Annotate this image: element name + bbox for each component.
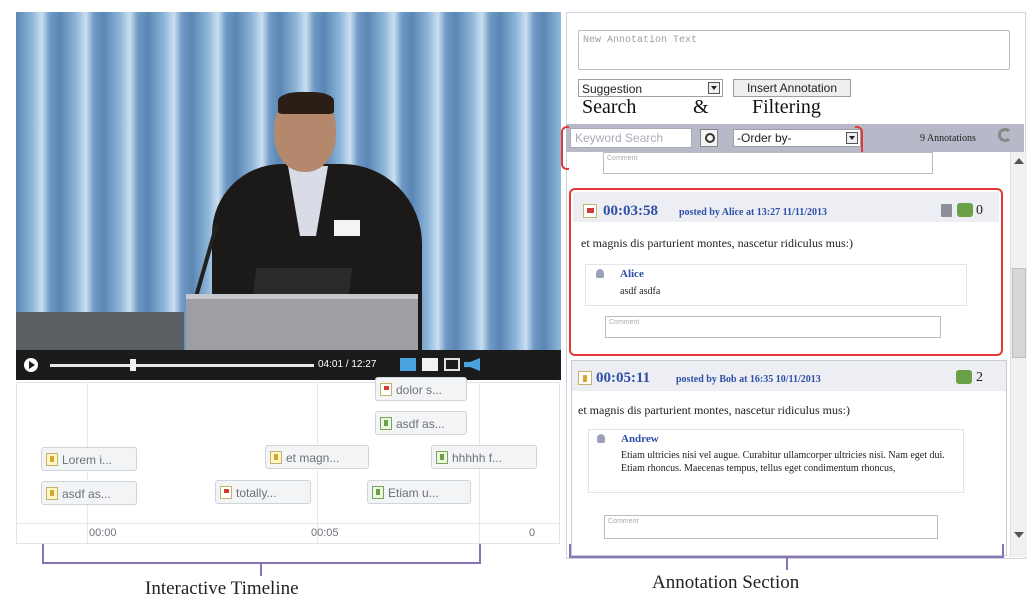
user-icon <box>596 269 604 278</box>
timeline-annotation[interactable]: dolor s... <box>375 377 467 401</box>
bracket-line <box>1002 544 1004 556</box>
highlight-bracket <box>561 126 569 170</box>
reply: Alice asdf asdfa <box>585 264 967 306</box>
chip-label: Lorem i... <box>62 453 113 467</box>
flag-icon <box>583 204 597 218</box>
flag-icon <box>380 383 392 396</box>
seek-handle[interactable] <box>130 359 136 371</box>
annotation-text: et magnis dis parturient montes, nascetu… <box>581 236 853 250</box>
lightbulb-icon <box>578 371 592 385</box>
annotation-type-select[interactable]: Suggestion <box>578 79 723 97</box>
player-controls: 04:01 / 12:27 <box>16 350 561 380</box>
chip-label: et magn... <box>286 451 340 465</box>
lightbulb-icon <box>46 487 58 500</box>
interactive-timeline[interactable]: dolor s... asdf as... Lorem i... et magn… <box>16 377 560 544</box>
chip-label: asdf as... <box>62 487 111 501</box>
annotation-meta: posted by Alice at 13:27 11/11/2013 <box>679 207 828 218</box>
chip-label: dolor s... <box>396 383 443 397</box>
order-by-value: -Order by- <box>737 131 792 145</box>
timeline-annotation[interactable]: totally... <box>215 480 311 504</box>
annotation-toggle-icon[interactable] <box>400 358 416 371</box>
chip-label: totally... <box>236 486 277 500</box>
lightbulb-icon <box>46 453 58 466</box>
timeline-annotation[interactable]: et magn... <box>265 445 369 469</box>
reply: Andrew Etiam ultricies nisi vel augue. C… <box>588 429 964 493</box>
order-by-select[interactable]: -Order by- <box>733 129 861 147</box>
annotation-text: et magnis dis parturient montes, nascetu… <box>578 403 850 417</box>
timeline-annotation[interactable]: asdf as... <box>375 411 467 435</box>
comment-input[interactable]: Comment <box>605 316 941 338</box>
filtering-caption: Filtering <box>752 96 821 118</box>
question-icon <box>436 451 448 464</box>
bracket-line <box>260 562 262 576</box>
comment-input[interactable]: Comment <box>603 152 933 174</box>
speaker-hair <box>278 92 334 114</box>
timeline-tick-label: 00:00 <box>89 527 117 539</box>
reply-count: 2 <box>976 370 983 385</box>
bracket-line <box>479 544 481 562</box>
comment-input[interactable]: Comment <box>604 515 938 539</box>
timeline-annotation[interactable]: Lorem i... <box>41 447 137 471</box>
video-player[interactable]: 04:01 / 12:27 <box>16 12 561 380</box>
timeline-annotation[interactable]: hhhhh f... <box>431 445 537 469</box>
chip-label: Etiam u... <box>388 486 439 500</box>
reply-author[interactable]: Alice <box>620 268 644 280</box>
new-annotation-textarea[interactable]: New Annotation Text <box>578 30 1010 70</box>
scrollbar-thumb[interactable] <box>1012 268 1026 358</box>
chip-label: hhhhh f... <box>452 451 503 465</box>
search-icon[interactable] <box>700 129 718 147</box>
chevron-down-icon <box>708 82 720 94</box>
reply-author[interactable]: Andrew <box>621 433 659 445</box>
annotation-time[interactable]: 00:03:58 <box>603 203 658 220</box>
scroll-up-icon[interactable] <box>1014 158 1024 164</box>
play-icon[interactable] <box>24 358 38 372</box>
question-icon <box>372 486 384 499</box>
lightbulb-icon <box>270 451 282 464</box>
chip-label: asdf as... <box>396 417 445 431</box>
search-caption: Search <box>582 96 637 118</box>
bracket-line <box>786 556 788 570</box>
user-icon <box>597 434 605 443</box>
timeline-tick-label: 00:05 <box>311 527 339 539</box>
speaker-badge <box>334 220 360 236</box>
reply-icon[interactable] <box>956 370 972 384</box>
podium-edge <box>186 294 418 299</box>
insert-annotation-button[interactable]: Insert Annotation <box>733 79 851 97</box>
annotations-caption: Annotation Section <box>652 572 800 593</box>
annotation-card: 00:03:58 posted by Alice at 13:27 11/11/… <box>569 188 1003 356</box>
reply-count: 0 <box>976 203 983 218</box>
keyword-search-input[interactable]: Keyword Search <box>570 128 692 148</box>
reply-text: Etiam ultricies nisi vel augue. Curabitu… <box>621 450 945 474</box>
annotation-count: 9 Annotations <box>920 133 976 144</box>
timeline-tick-label: 0 <box>529 527 536 539</box>
timeline-caption: Interactive Timeline <box>145 578 299 599</box>
annotation-meta: posted by Bob at 16:35 10/11/2013 <box>676 374 821 385</box>
timeline-annotation[interactable]: asdf as... <box>41 481 137 505</box>
annotation-type-value: Suggestion <box>582 82 643 96</box>
reply-text: asdf asdfa <box>620 286 661 297</box>
timeline-annotation[interactable]: Etiam u... <box>367 480 471 504</box>
trash-icon[interactable] <box>941 204 952 217</box>
annotation-card: 00:05:11 posted by Bob at 16:35 10/11/20… <box>571 360 1007 556</box>
ampersand-caption: & <box>693 96 709 118</box>
volume-icon[interactable] <box>464 358 480 371</box>
time-display: 04:01 / 12:27 <box>318 359 377 370</box>
annotation-time[interactable]: 00:05:11 <box>596 370 650 387</box>
fullscreen-icon[interactable] <box>444 358 460 371</box>
refresh-icon[interactable] <box>998 128 1012 142</box>
note-icon[interactable] <box>422 358 438 371</box>
reply-icon[interactable] <box>957 203 973 217</box>
seek-bar[interactable] <box>50 364 314 367</box>
scroll-down-icon[interactable] <box>1014 532 1024 538</box>
question-icon <box>380 417 392 430</box>
bracket-line <box>42 544 44 562</box>
timeline-axis <box>17 523 559 524</box>
bracket-line <box>569 544 571 556</box>
flag-icon <box>220 486 232 499</box>
